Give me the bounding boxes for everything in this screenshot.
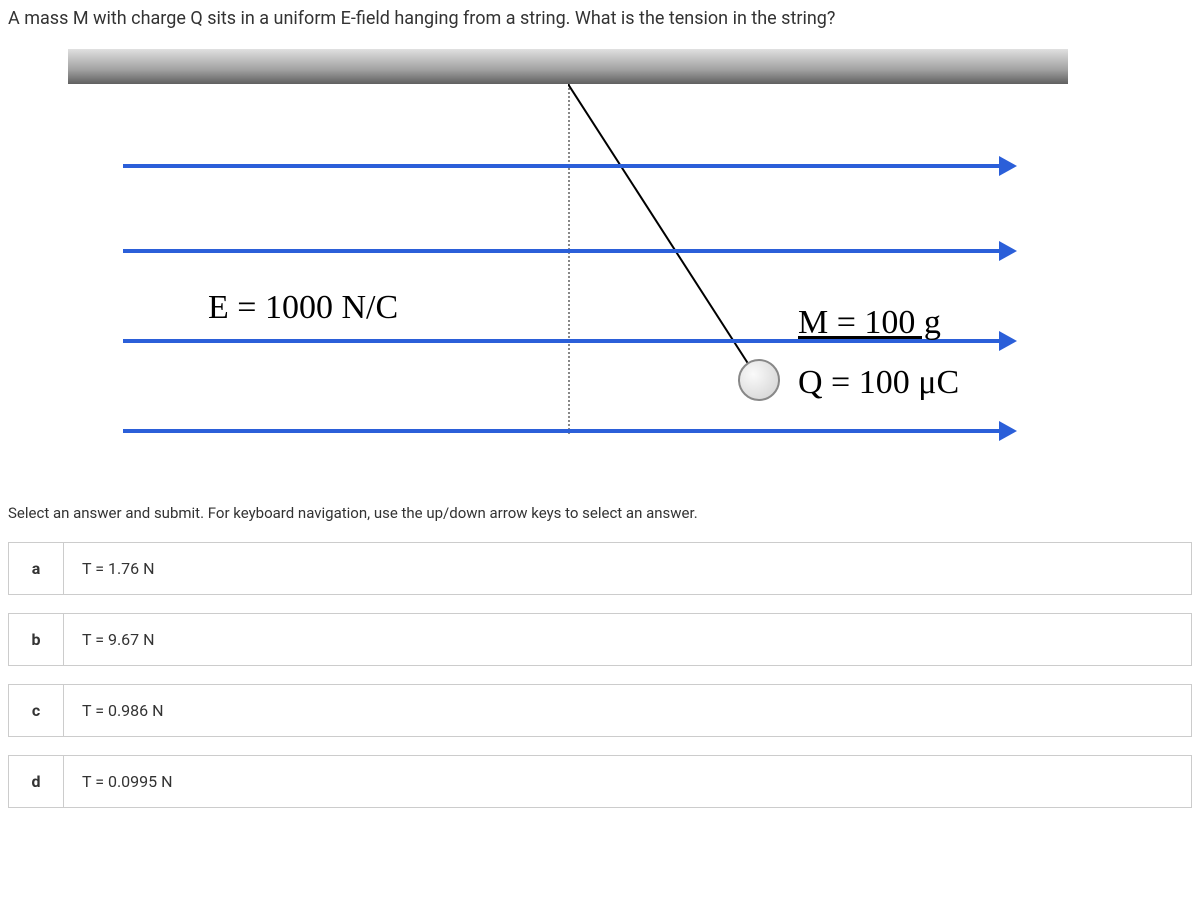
answer-option-c[interactable]: c T = 0.986 N	[8, 684, 1192, 737]
answer-letter: a	[9, 543, 64, 594]
charge-label: Q = 100 μC	[798, 364, 959, 402]
question-text: A mass M with charge Q sits in a uniform…	[8, 8, 1192, 29]
answer-text: T = 1.76 N	[64, 543, 173, 594]
ceiling-bar	[68, 49, 1068, 84]
charged-mass-ball	[738, 359, 780, 401]
answer-letter: b	[9, 614, 64, 665]
efield-label: E = 1000 N/C	[208, 289, 398, 327]
efield-arrow	[123, 429, 1003, 433]
answer-text: T = 9.67 N	[64, 614, 173, 665]
answer-letter: d	[9, 756, 64, 807]
answer-option-d[interactable]: d T = 0.0995 N	[8, 755, 1192, 808]
answer-text: T = 0.0995 N	[64, 756, 191, 807]
efield-arrow	[123, 249, 1003, 253]
answer-letter: c	[9, 685, 64, 736]
instruction-text: Select an answer and submit. For keyboar…	[8, 504, 1192, 522]
physics-diagram: E = 1000 N/C M = 100 g Q = 100 μC	[68, 49, 1068, 469]
answer-text: T = 0.986 N	[64, 685, 182, 736]
answer-option-a[interactable]: a T = 1.76 N	[8, 542, 1192, 595]
efield-arrow	[123, 164, 1003, 168]
answer-option-b[interactable]: b T = 9.67 N	[8, 613, 1192, 666]
string-line	[568, 84, 768, 379]
mass-label: M = 100 g	[798, 304, 941, 342]
